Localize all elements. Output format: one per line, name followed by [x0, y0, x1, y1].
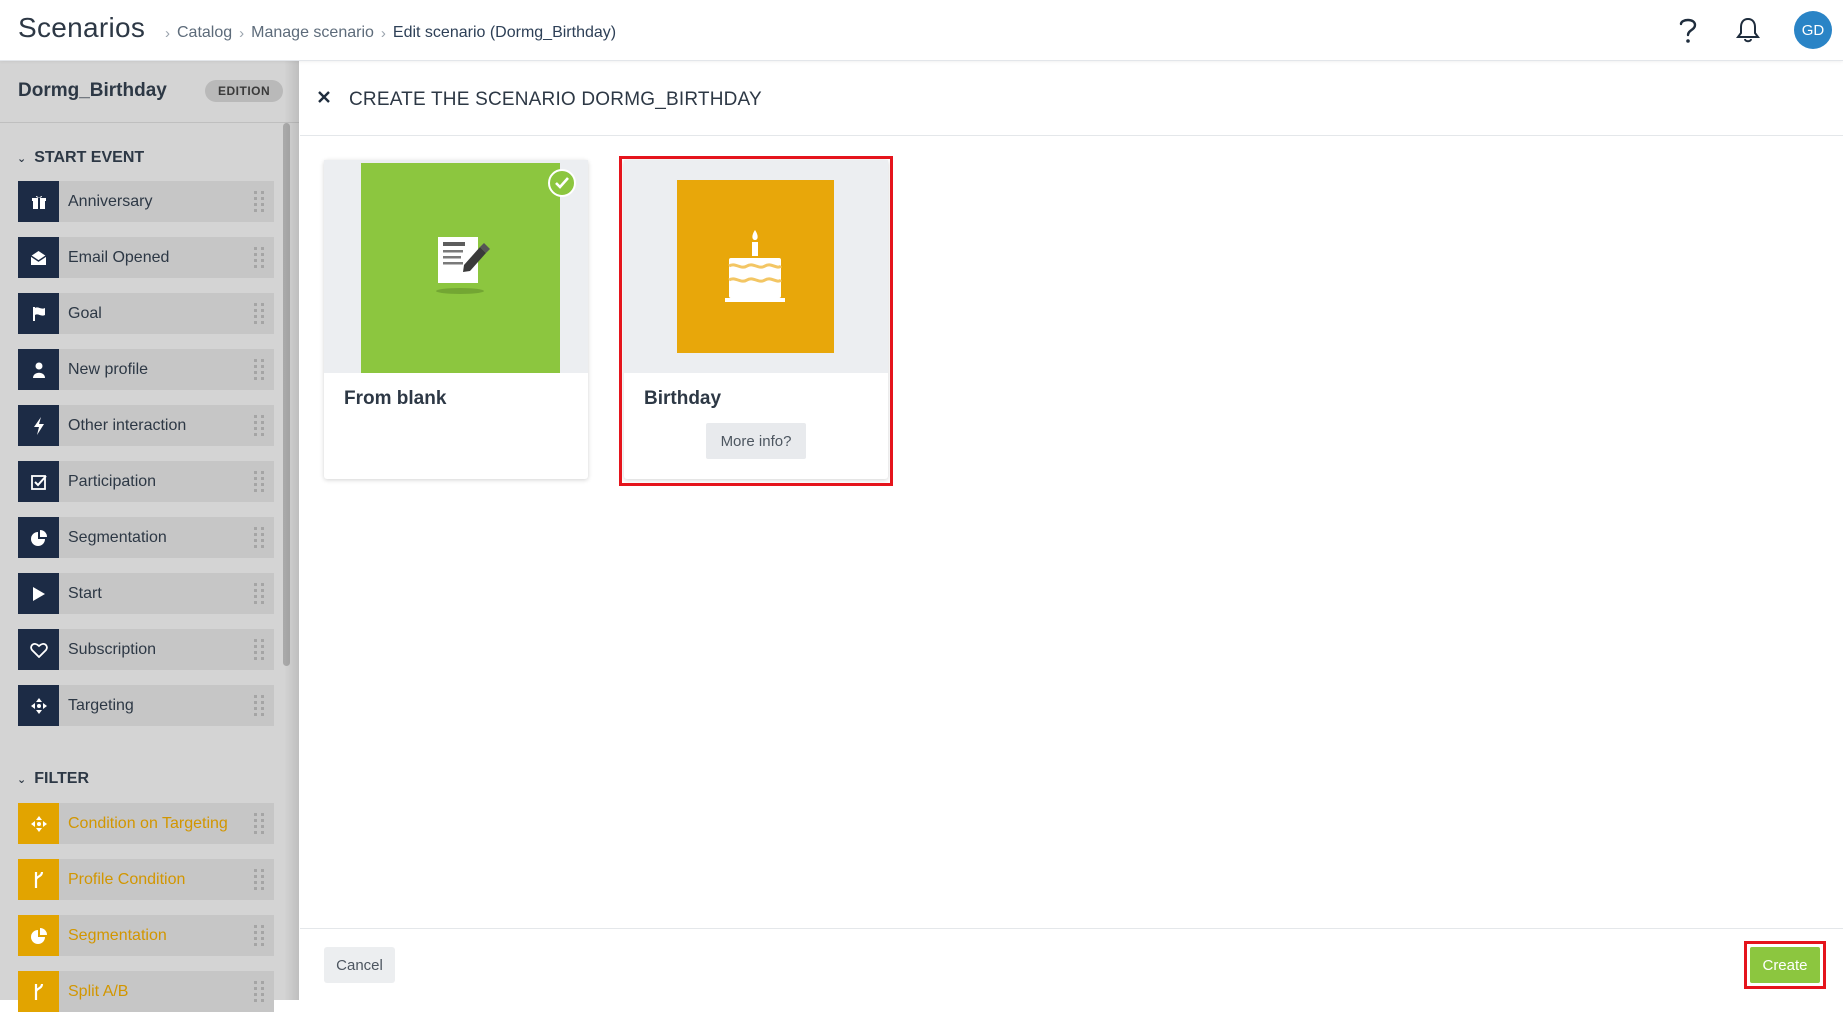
- user-icon: [18, 349, 59, 390]
- template-card-birthday[interactable]: Birthday More info?: [624, 160, 888, 479]
- crosshair-icon: [18, 803, 59, 844]
- play-icon: [18, 573, 59, 614]
- close-icon[interactable]: [315, 88, 333, 106]
- sidebar-item-label: Condition on Targeting: [68, 814, 228, 832]
- sidebar-item-label: Segmentation: [68, 528, 167, 546]
- avatar[interactable]: GD: [1794, 11, 1832, 49]
- envelope-open-icon: [18, 237, 59, 278]
- sidebar-item-subscription[interactable]: Subscription: [18, 629, 274, 670]
- pie-chart-icon: [18, 517, 59, 558]
- template-label: Birthday: [644, 388, 722, 409]
- sidebar-item-email-opened[interactable]: Email Opened: [18, 237, 274, 278]
- drag-handle-icon[interactable]: [254, 358, 264, 381]
- drag-handle-icon[interactable]: [254, 526, 264, 549]
- breadcrumb-separator-icon: ›: [165, 24, 170, 42]
- document-edit-icon: [436, 237, 490, 294]
- sidebar-item-label: Other interaction: [68, 416, 187, 434]
- drag-handle-icon[interactable]: [254, 924, 264, 947]
- drag-handle-icon[interactable]: [254, 302, 264, 325]
- crosshair-icon: [18, 685, 59, 726]
- breadcrumb-edit-scenario: Edit scenario (Dormg_Birthday): [392, 24, 617, 41]
- section-filter-title: FILTER: [34, 770, 90, 787]
- sidebar-item-new-profile[interactable]: New profile: [18, 349, 274, 390]
- sidebar-item-targeting[interactable]: Targeting: [18, 685, 274, 726]
- section-filter[interactable]: ⌄ FILTER: [17, 770, 89, 788]
- app-title: Scenarios: [18, 12, 146, 43]
- branch-icon: [18, 971, 59, 1012]
- sidebar-item-split-ab[interactable]: Split A/B: [18, 971, 274, 1012]
- drag-handle-icon[interactable]: [254, 812, 264, 835]
- bell-icon[interactable]: [1731, 13, 1765, 47]
- breadcrumb-manage-scenario[interactable]: Manage scenario: [251, 24, 374, 42]
- selected-check-icon: [548, 169, 576, 197]
- sidebar-item-filter-segmentation[interactable]: Segmentation: [18, 915, 274, 956]
- lightning-icon: [18, 405, 59, 446]
- sidebar-shadow: [284, 61, 299, 1000]
- sidebar-item-label: Anniversary: [68, 192, 153, 210]
- template-label: From blank: [344, 388, 447, 409]
- flag-icon: [18, 293, 59, 334]
- sidebar-item-segmentation[interactable]: Segmentation: [18, 517, 274, 558]
- cancel-button[interactable]: Cancel: [324, 947, 395, 983]
- chevron-down-icon: ⌄: [17, 152, 27, 165]
- drag-handle-icon[interactable]: [254, 246, 264, 269]
- sidebar-item-label: Subscription: [68, 640, 157, 658]
- template-thumbnail: [324, 160, 588, 373]
- more-info-button[interactable]: More info?: [706, 423, 806, 459]
- sidebar-item-profile-condition[interactable]: Profile Condition: [18, 859, 274, 900]
- section-start-event[interactable]: ⌄ START EVENT: [17, 149, 144, 167]
- pie-chart-icon: [18, 915, 59, 956]
- section-start-event-title: START EVENT: [34, 149, 145, 166]
- sidebar-item-participation[interactable]: Participation: [18, 461, 274, 502]
- scenario-name: Dormg_Birthday: [18, 80, 167, 101]
- breadcrumb: › Catalog › Manage scenario › Edit scena…: [158, 24, 616, 42]
- sidebar-item-start[interactable]: Start: [18, 573, 274, 614]
- sidebar-item-label: Profile Condition: [68, 870, 186, 888]
- scenario-header: Dormg_Birthday EDITION: [0, 61, 299, 123]
- drag-handle-icon[interactable]: [254, 638, 264, 661]
- top-bar: Scenarios › Catalog › Manage scenario › …: [0, 0, 1843, 61]
- checkbox-icon: [18, 461, 59, 502]
- gift-icon: [18, 181, 59, 222]
- heart-icon: [18, 629, 59, 670]
- status-badge: EDITION: [205, 80, 284, 102]
- sidebar-item-label: New profile: [68, 360, 149, 378]
- sidebar-item-anniversary[interactable]: Anniversary: [18, 181, 274, 222]
- create-button[interactable]: Create: [1750, 947, 1820, 983]
- panel-header: CREATE THE SCENARIO DORMG_BIRTHDAY: [300, 61, 1843, 136]
- drag-handle-icon[interactable]: [254, 694, 264, 717]
- branch-icon: [18, 859, 59, 900]
- template-card-from-blank[interactable]: From blank: [324, 160, 588, 479]
- panel-title: CREATE THE SCENARIO DORMG_BIRTHDAY: [349, 89, 762, 110]
- drag-handle-icon[interactable]: [254, 980, 264, 1003]
- template-thumbnail: [624, 160, 888, 373]
- sidebar-item-condition-on-targeting[interactable]: Condition on Targeting: [18, 803, 274, 844]
- drag-handle-icon[interactable]: [254, 190, 264, 213]
- sidebar-item-label: Email Opened: [68, 248, 170, 266]
- sidebar-item-label: Segmentation: [68, 926, 167, 944]
- sidebar: Dormg_Birthday EDITION ⌄ START EVENT Ann…: [0, 61, 299, 1012]
- sidebar-item-label: Targeting: [68, 696, 134, 714]
- sidebar-item-label: Goal: [68, 304, 102, 322]
- breadcrumb-separator-icon: ›: [380, 24, 386, 42]
- question-mark-icon[interactable]: [1671, 13, 1705, 47]
- drag-handle-icon[interactable]: [254, 582, 264, 605]
- template-tile: [677, 180, 834, 353]
- drag-handle-icon[interactable]: [254, 414, 264, 437]
- birthday-cake-icon: [725, 230, 785, 302]
- breadcrumb-separator-icon: ›: [239, 24, 245, 42]
- footer: Cancel Create: [300, 928, 1843, 1000]
- sidebar-item-label: Participation: [68, 472, 157, 490]
- sidebar-item-other-interaction[interactable]: Other interaction: [18, 405, 274, 446]
- breadcrumb-catalog[interactable]: Catalog: [177, 24, 232, 42]
- drag-handle-icon[interactable]: [254, 868, 264, 891]
- chevron-down-icon: ⌄: [17, 773, 27, 786]
- sidebar-item-label: Split A/B: [68, 982, 129, 1000]
- drag-handle-icon[interactable]: [254, 470, 264, 493]
- sidebar-item-label: Start: [68, 584, 102, 602]
- template-tile: [361, 163, 560, 373]
- sidebar-item-goal[interactable]: Goal: [18, 293, 274, 334]
